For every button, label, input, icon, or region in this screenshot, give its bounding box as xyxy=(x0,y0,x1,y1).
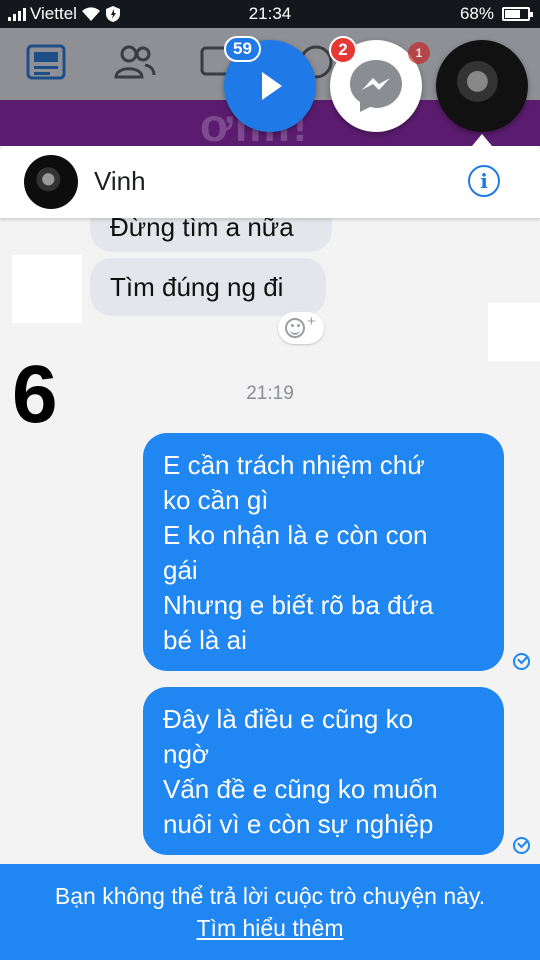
reaction-button[interactable]: + xyxy=(278,312,324,344)
message-line: ngờ xyxy=(163,739,209,769)
conversation-header: Vinh xyxy=(0,146,540,218)
vinh-chat-head[interactable] xyxy=(436,40,528,132)
message-line: nuôi vì e còn sự nghiệp xyxy=(163,809,434,839)
info-icon[interactable]: i xyxy=(468,165,500,197)
news-feed-icon[interactable] xyxy=(26,44,66,80)
message-line: gái xyxy=(163,555,198,585)
message-timestamp: 21:19 xyxy=(246,383,294,404)
message-line: bé là ai xyxy=(163,625,247,655)
blank-avatar-placeholder xyxy=(12,255,82,323)
status-bar: Viettel 21:34 68% xyxy=(0,0,540,28)
message-text: Tìm đúng ng đi xyxy=(110,272,284,302)
notification-count-badge: 1 xyxy=(408,42,430,64)
learn-more-link[interactable]: Tìm hiểu thêm xyxy=(0,915,540,942)
message-line: Nhưng e biết rõ ba đứa xyxy=(163,590,434,620)
seen-check-icon xyxy=(513,653,530,670)
battery-icon xyxy=(502,7,533,21)
cannot-reply-banner: Bạn không thể trả lời cuộc trò chuyện nà… xyxy=(0,864,540,960)
outgoing-message[interactable]: E cần trách nhiệm chứ ko cần gì E ko nhậ… xyxy=(143,433,504,671)
incoming-message[interactable]: Tìm đúng ng đi xyxy=(90,258,326,316)
avatar[interactable] xyxy=(24,155,78,209)
chat-head-pointer xyxy=(472,134,492,146)
message-line: Đây là điều e cũng ko xyxy=(163,704,414,734)
message-line: E cần trách nhiệm chứ xyxy=(163,450,425,480)
blank-placeholder xyxy=(488,303,540,361)
messenger-count-badge: 2 xyxy=(329,36,357,64)
message-line: Vấn đề e cũng ko muốn xyxy=(163,774,438,804)
cannot-reply-notice: Bạn không thể trả lời cuộc trò chuyện nà… xyxy=(54,883,486,909)
reaction-icon xyxy=(285,318,305,338)
message-line: E ko nhận là e còn con xyxy=(163,520,428,550)
friends-icon[interactable] xyxy=(114,44,156,80)
battery-level xyxy=(505,10,520,18)
battery-percent: 68% xyxy=(459,4,494,23)
contact-name[interactable]: Vinh xyxy=(94,166,146,197)
outgoing-message[interactable]: Đây là điều e cũng ko ngờ Vấn đề e cũng … xyxy=(143,687,504,855)
video-count-badge: 59 xyxy=(224,36,261,62)
message-line: ko cần gì xyxy=(163,485,269,515)
seen-check-icon xyxy=(513,837,530,854)
